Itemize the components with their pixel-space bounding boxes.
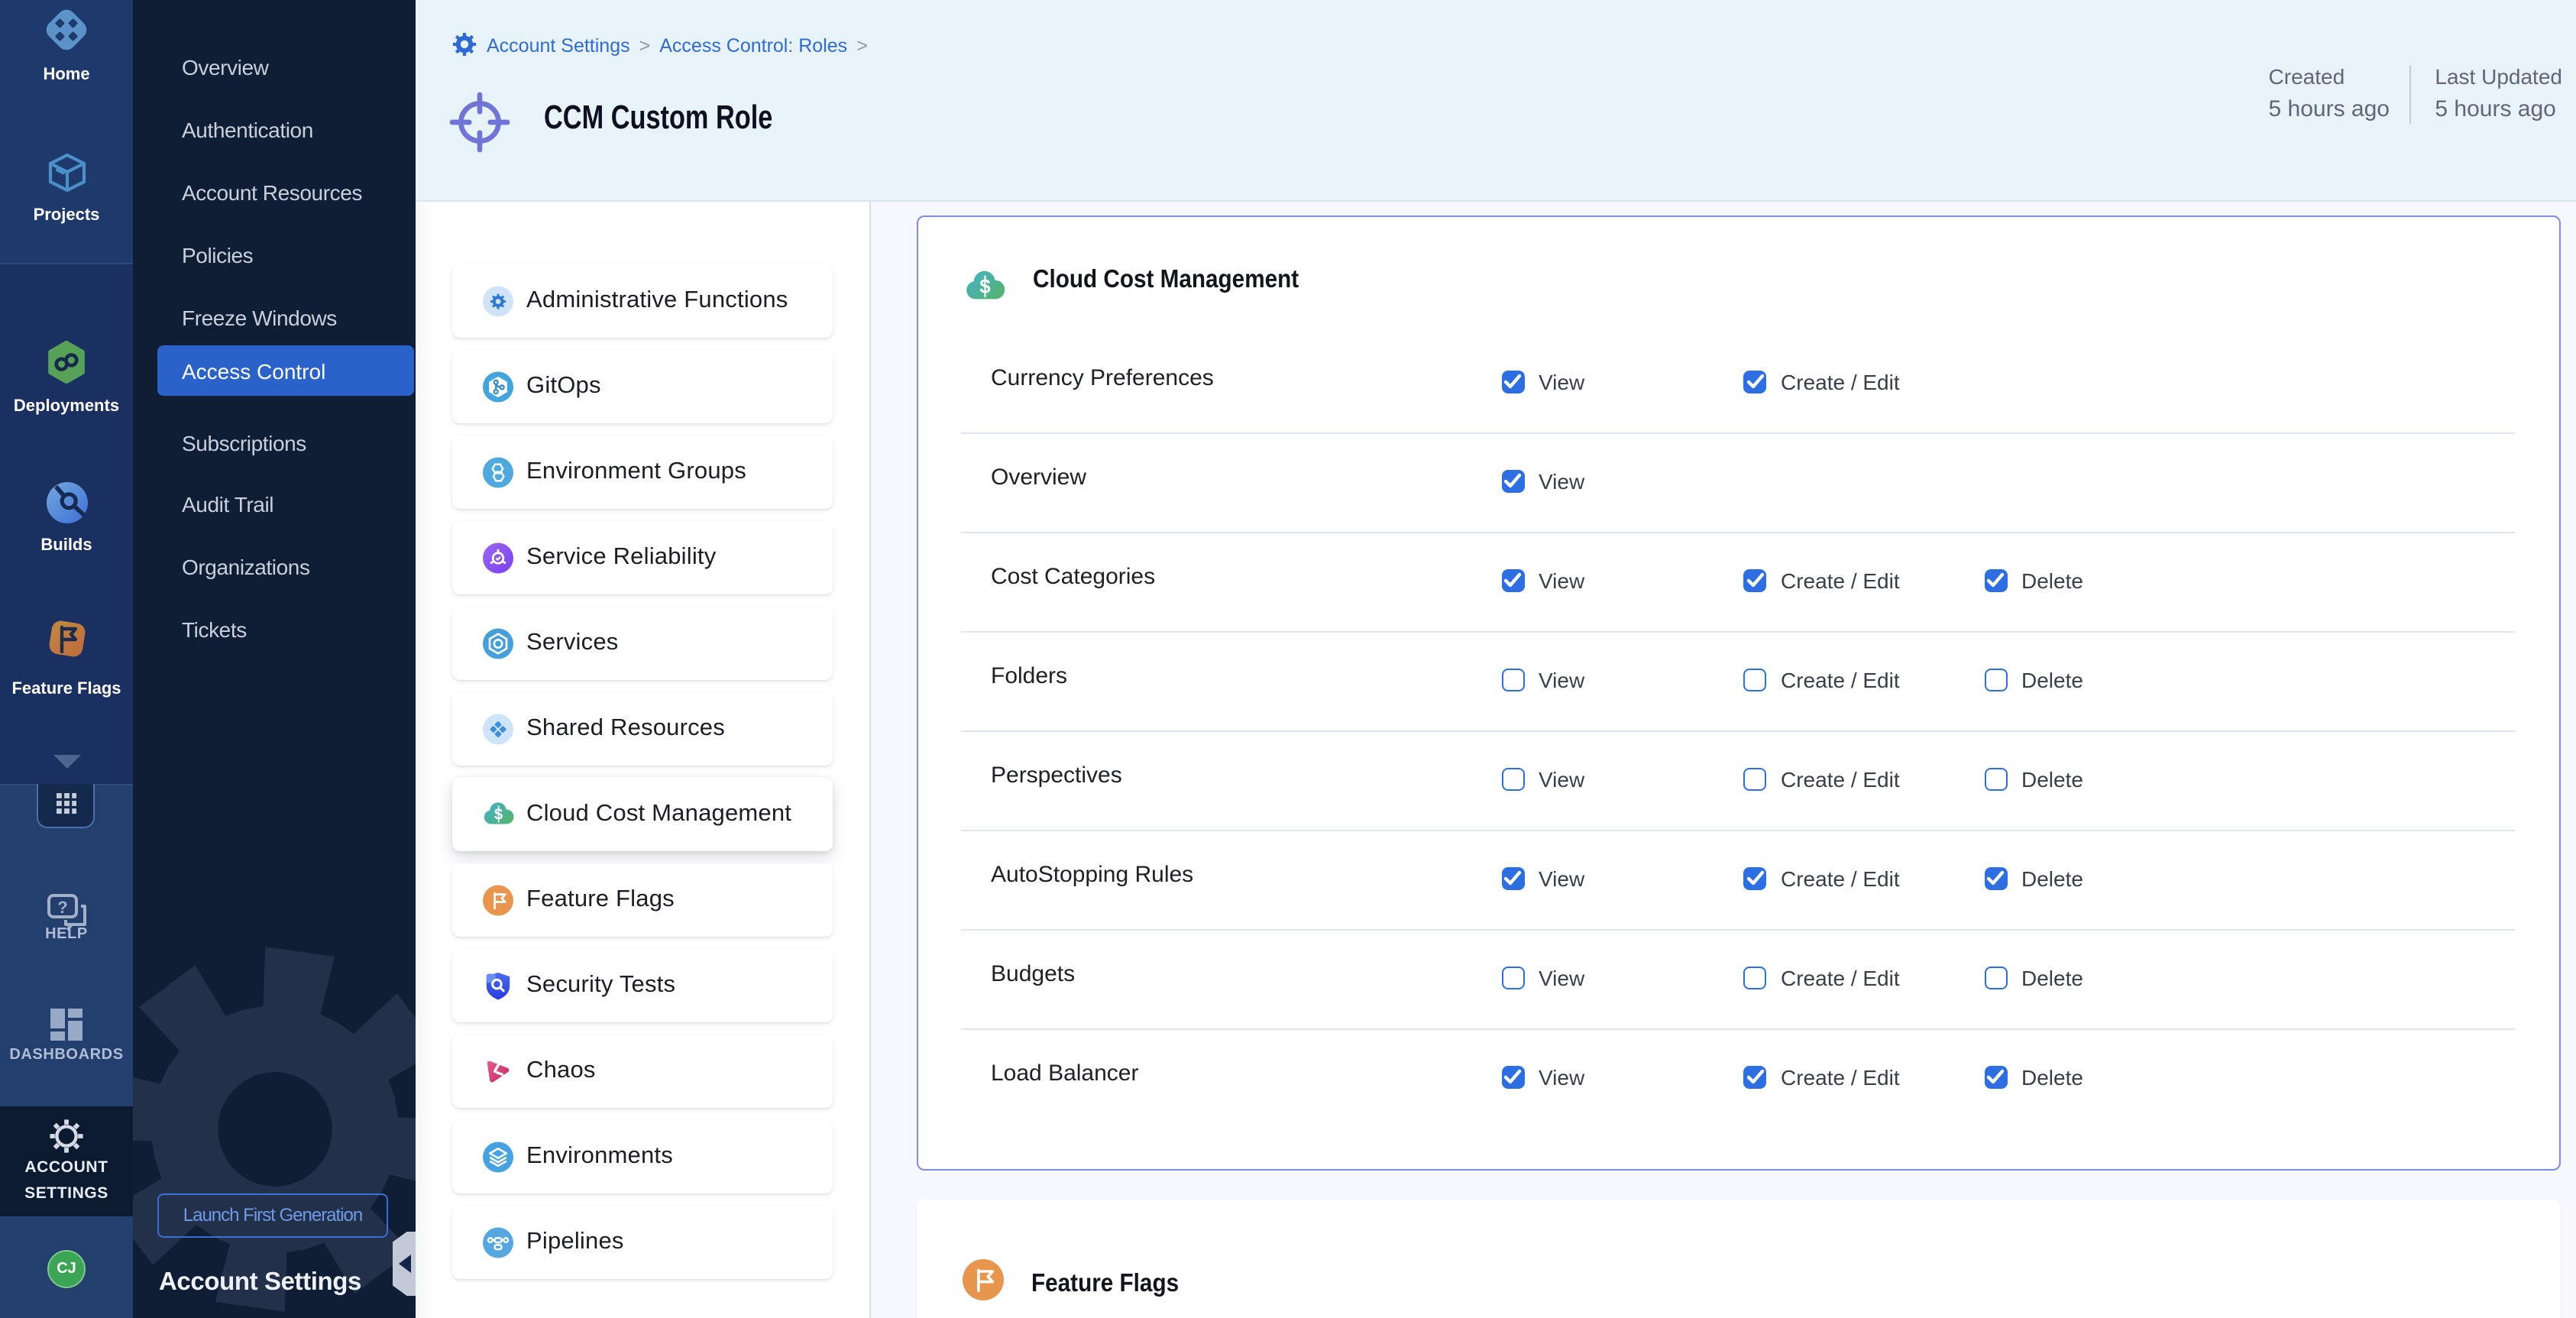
svg-text:?: ?: [57, 898, 66, 917]
